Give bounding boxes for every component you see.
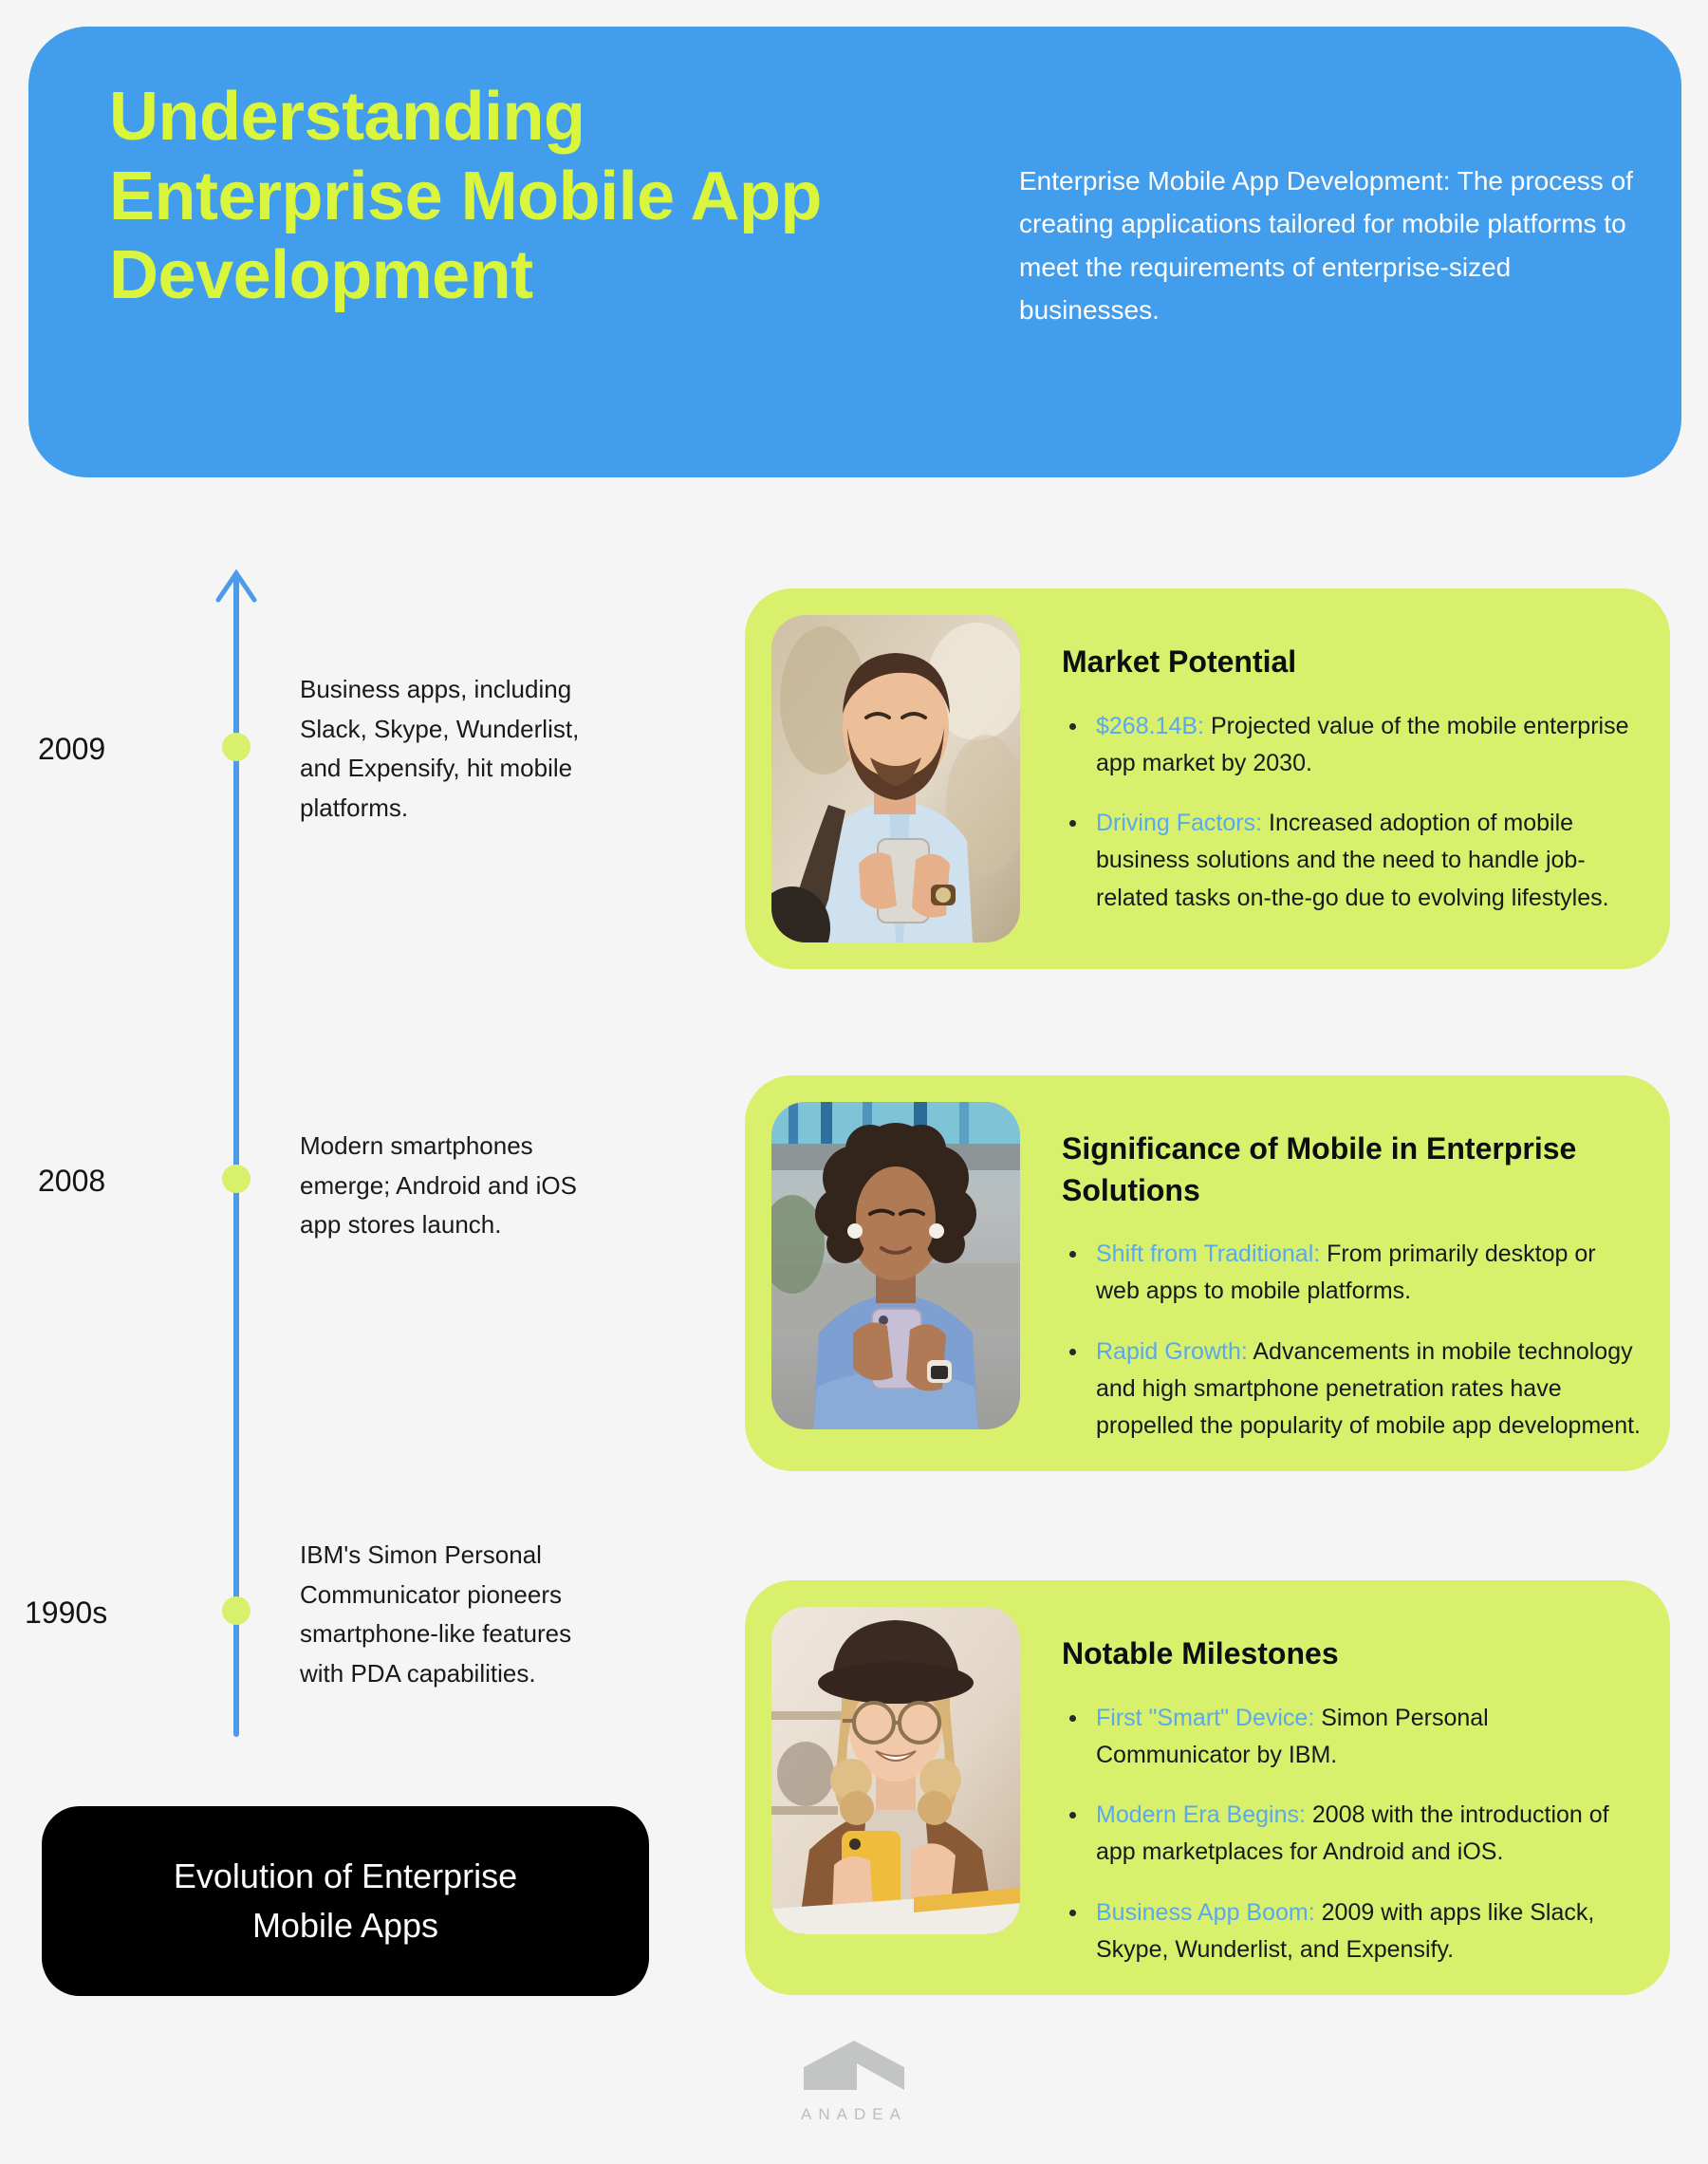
bullet-lead: Rapid Growth:	[1096, 1337, 1248, 1365]
card-title: Significance of Mobile in Enterprise Sol…	[1062, 1131, 1577, 1207]
info-card-significance: Significance of Mobile in Enterprise Sol…	[745, 1075, 1670, 1472]
bullet-lead: First "Smart" Device:	[1096, 1704, 1315, 1731]
card-title: Notable Milestones	[1062, 1636, 1339, 1670]
timeline-dot	[222, 1165, 251, 1193]
card-photo	[771, 1607, 1020, 1934]
card-body: Notable Milestones First "Smart" Device:…	[1020, 1607, 1643, 1968]
timeline-year: 2008	[38, 1164, 106, 1198]
timeline-dot	[222, 733, 251, 761]
brand-name: ANADEA	[801, 2105, 907, 2123]
timeline-year: 2009	[38, 732, 106, 766]
list-item: Shift from Traditional: From primarily d…	[1062, 1236, 1643, 1311]
card-bullet-list: First "Smart" Device: Simon Personal Com…	[1062, 1700, 1643, 1969]
info-card-milestones: Notable Milestones First "Smart" Device:…	[745, 1580, 1670, 1996]
list-item: First "Smart" Device: Simon Personal Com…	[1062, 1700, 1643, 1775]
summary-badge-label: Evolution of Enterprise Mobile Apps	[173, 1856, 518, 1945]
list-item: Driving Factors: Increased adoption of m…	[1062, 805, 1643, 917]
bullet-lead: $268.14B:	[1096, 712, 1204, 739]
list-item: Business App Boom: 2009 with apps like S…	[1062, 1894, 1643, 1969]
timeline-dot	[222, 1596, 251, 1625]
bullet-lead: Modern Era Begins:	[1096, 1801, 1306, 1829]
card-body: Significance of Mobile in Enterprise Sol…	[1020, 1102, 1643, 1445]
header-panel: Understanding Enterprise Mobile App Deve…	[28, 27, 1681, 477]
list-item: Rapid Growth: Advancements in mobile tec…	[1062, 1334, 1643, 1446]
timeline-entry-text: Modern smartphones emerge; Android and i…	[300, 1131, 577, 1240]
footer: ANADEA	[0, 2039, 1708, 2124]
card-title: Market Potential	[1062, 644, 1297, 679]
bullet-lead: Driving Factors:	[1096, 810, 1263, 837]
timeline-year: 1990s	[25, 1595, 108, 1630]
list-item: Modern Era Begins: 2008 with the introdu…	[1062, 1797, 1643, 1872]
header-description: Enterprise Mobile App Development: The p…	[1019, 166, 1633, 326]
chevron-roof-logo-icon	[802, 2039, 906, 2092]
summary-badge: Evolution of Enterprise Mobile Apps	[42, 1806, 649, 1996]
card-body: Market Potential $268.14B: Projected val…	[1020, 615, 1643, 942]
infographic-page: Understanding Enterprise Mobile App Deve…	[0, 0, 1708, 2164]
card-photo	[771, 1102, 1020, 1429]
info-card-market-potential: Market Potential $268.14B: Projected val…	[745, 588, 1670, 969]
list-item: $268.14B: Projected value of the mobile …	[1062, 708, 1643, 783]
timeline-entry-text: Business apps, including Slack, Skype, W…	[300, 675, 580, 822]
card-bullet-list: $268.14B: Projected value of the mobile …	[1062, 708, 1643, 917]
card-photo	[771, 615, 1020, 942]
timeline-entry-text: IBM's Simon Personal Communicator pionee…	[300, 1540, 572, 1688]
bullet-lead: Business App Boom:	[1096, 1898, 1315, 1926]
bullet-lead: Shift from Traditional:	[1096, 1241, 1321, 1268]
page-title: Understanding Enterprise Mobile App Deve…	[109, 79, 822, 314]
card-bullet-list: Shift from Traditional: From primarily d…	[1062, 1236, 1643, 1445]
